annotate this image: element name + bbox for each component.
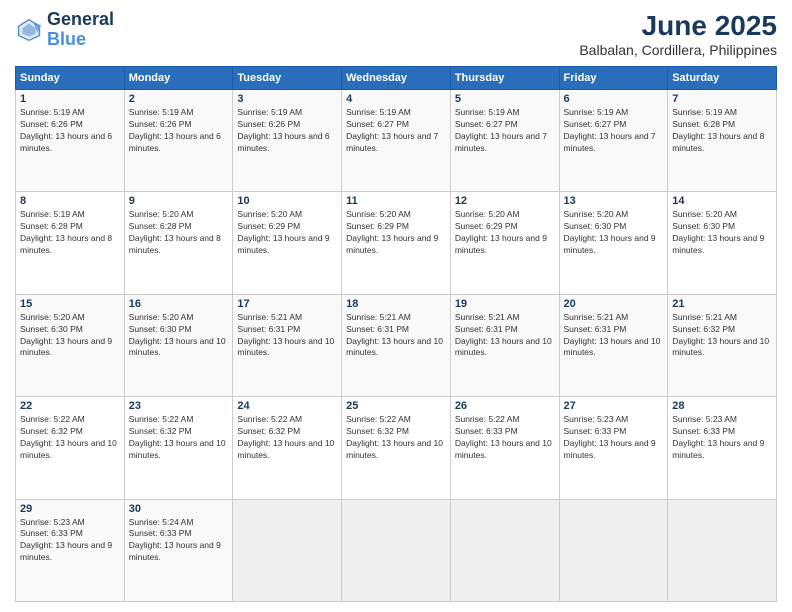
- page: General Blue June 2025 Balbalan, Cordill…: [0, 0, 792, 612]
- day-25: 25 Sunrise: 5:22 AMSunset: 6:32 PMDaylig…: [342, 397, 451, 499]
- table-row: 1 Sunrise: 5:19 AMSunset: 6:26 PMDayligh…: [16, 90, 777, 192]
- col-tuesday: Tuesday: [233, 67, 342, 90]
- logo-text: General Blue: [47, 10, 114, 50]
- day-8: 8 Sunrise: 5:19 AMSunset: 6:28 PMDayligh…: [16, 192, 125, 294]
- day-20: 20 Sunrise: 5:21 AMSunset: 6:31 PMDaylig…: [559, 294, 668, 396]
- calendar: Sunday Monday Tuesday Wednesday Thursday…: [15, 66, 777, 602]
- day-26: 26 Sunrise: 5:22 AMSunset: 6:33 PMDaylig…: [450, 397, 559, 499]
- day-12: 12 Sunrise: 5:20 AMSunset: 6:29 PMDaylig…: [450, 192, 559, 294]
- table-row: 8 Sunrise: 5:19 AMSunset: 6:28 PMDayligh…: [16, 192, 777, 294]
- empty-cell: [559, 499, 668, 601]
- day-10: 10 Sunrise: 5:20 AMSunset: 6:29 PMDaylig…: [233, 192, 342, 294]
- calendar-header-row: Sunday Monday Tuesday Wednesday Thursday…: [16, 67, 777, 90]
- table-row: 15 Sunrise: 5:20 AMSunset: 6:30 PMDaylig…: [16, 294, 777, 396]
- day-7: 7 Sunrise: 5:19 AMSunset: 6:28 PMDayligh…: [668, 90, 777, 192]
- table-row: 22 Sunrise: 5:22 AMSunset: 6:32 PMDaylig…: [16, 397, 777, 499]
- day-27: 27 Sunrise: 5:23 AMSunset: 6:33 PMDaylig…: [559, 397, 668, 499]
- day-30: 30 Sunrise: 5:24 AMSunset: 6:33 PMDaylig…: [124, 499, 233, 601]
- day-15: 15 Sunrise: 5:20 AMSunset: 6:30 PMDaylig…: [16, 294, 125, 396]
- empty-cell: [233, 499, 342, 601]
- day-2: 2 Sunrise: 5:19 AMSunset: 6:26 PMDayligh…: [124, 90, 233, 192]
- day-11: 11 Sunrise: 5:20 AMSunset: 6:29 PMDaylig…: [342, 192, 451, 294]
- day-16: 16 Sunrise: 5:20 AMSunset: 6:30 PMDaylig…: [124, 294, 233, 396]
- day-6: 6 Sunrise: 5:19 AMSunset: 6:27 PMDayligh…: [559, 90, 668, 192]
- col-wednesday: Wednesday: [342, 67, 451, 90]
- logo-icon: [15, 16, 43, 44]
- day-13: 13 Sunrise: 5:20 AMSunset: 6:30 PMDaylig…: [559, 192, 668, 294]
- empty-cell: [668, 499, 777, 601]
- col-monday: Monday: [124, 67, 233, 90]
- empty-cell: [450, 499, 559, 601]
- col-saturday: Saturday: [668, 67, 777, 90]
- col-sunday: Sunday: [16, 67, 125, 90]
- day-29: 29 Sunrise: 5:23 AMSunset: 6:33 PMDaylig…: [16, 499, 125, 601]
- day-9: 9 Sunrise: 5:20 AMSunset: 6:28 PMDayligh…: [124, 192, 233, 294]
- day-14: 14 Sunrise: 5:20 AMSunset: 6:30 PMDaylig…: [668, 192, 777, 294]
- location-title: Balbalan, Cordillera, Philippines: [579, 42, 777, 58]
- title-area: June 2025 Balbalan, Cordillera, Philippi…: [579, 10, 777, 58]
- table-row: 29 Sunrise: 5:23 AMSunset: 6:33 PMDaylig…: [16, 499, 777, 601]
- day-1: 1 Sunrise: 5:19 AMSunset: 6:26 PMDayligh…: [16, 90, 125, 192]
- logo: General Blue: [15, 10, 114, 50]
- day-17: 17 Sunrise: 5:21 AMSunset: 6:31 PMDaylig…: [233, 294, 342, 396]
- day-4: 4 Sunrise: 5:19 AMSunset: 6:27 PMDayligh…: [342, 90, 451, 192]
- col-thursday: Thursday: [450, 67, 559, 90]
- day-28: 28 Sunrise: 5:23 AMSunset: 6:33 PMDaylig…: [668, 397, 777, 499]
- day-24: 24 Sunrise: 5:22 AMSunset: 6:32 PMDaylig…: [233, 397, 342, 499]
- day-21: 21 Sunrise: 5:21 AMSunset: 6:32 PMDaylig…: [668, 294, 777, 396]
- empty-cell: [342, 499, 451, 601]
- day-3: 3 Sunrise: 5:19 AMSunset: 6:26 PMDayligh…: [233, 90, 342, 192]
- day-23: 23 Sunrise: 5:22 AMSunset: 6:32 PMDaylig…: [124, 397, 233, 499]
- day-18: 18 Sunrise: 5:21 AMSunset: 6:31 PMDaylig…: [342, 294, 451, 396]
- day-5: 5 Sunrise: 5:19 AMSunset: 6:27 PMDayligh…: [450, 90, 559, 192]
- header: General Blue June 2025 Balbalan, Cordill…: [15, 10, 777, 58]
- day-19: 19 Sunrise: 5:21 AMSunset: 6:31 PMDaylig…: [450, 294, 559, 396]
- col-friday: Friday: [559, 67, 668, 90]
- day-22: 22 Sunrise: 5:22 AMSunset: 6:32 PMDaylig…: [16, 397, 125, 499]
- month-title: June 2025: [579, 10, 777, 42]
